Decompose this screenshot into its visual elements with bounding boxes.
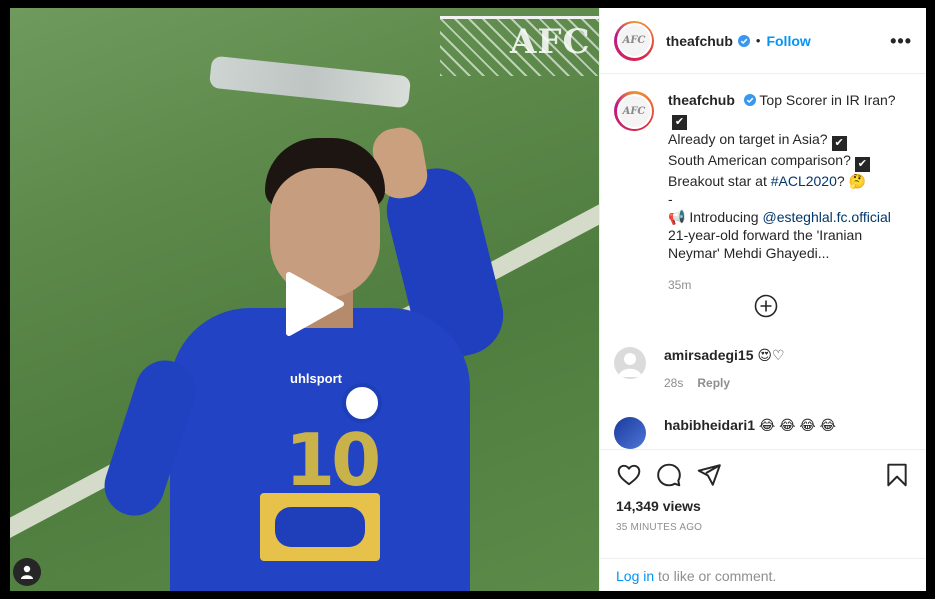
jersey-brand: uhlsport	[290, 371, 342, 386]
reply-button[interactable]: Reply	[697, 376, 730, 390]
play-button[interactable]	[282, 272, 346, 336]
comment-body: amirsadegi15 😍♡ 28s Reply	[664, 347, 785, 390]
comment-avatar[interactable]	[614, 417, 646, 449]
comment-item: amirsadegi15 😍♡ 28s Reply	[614, 347, 785, 390]
caption-avatar[interactable]: AFC	[614, 91, 654, 131]
comment-body: habibheidari1 😂 😂 😂 😂	[664, 417, 836, 449]
post-header: AFC theafchub • Follow •••	[600, 8, 926, 74]
caption: AFC theafchub Top Scorer in IR Iran? ✔ Al…	[614, 91, 912, 294]
afc-logo: AFC	[618, 25, 650, 56]
follow-button[interactable]: Follow	[766, 33, 810, 49]
instagram-embed: AFC uhlsport 10 AFC theafchub • Follow •…	[0, 0, 935, 599]
action-icons	[600, 450, 926, 488]
more-options-icon[interactable]: •••	[890, 32, 912, 50]
caption-intro: 📢 Introducing	[668, 209, 763, 225]
verified-badge-icon	[737, 34, 750, 47]
caption-line-4-suffix: ? 🤔	[836, 173, 866, 189]
hashtag-link[interactable]: #ACL2020	[771, 173, 837, 189]
header-username[interactable]: theafchub	[666, 33, 733, 49]
caption-time[interactable]: 35m	[668, 276, 908, 294]
sponsor-logo	[275, 507, 365, 547]
login-link[interactable]: Log in	[616, 568, 654, 584]
video-post[interactable]: AFC uhlsport 10	[10, 8, 599, 591]
comments-area: AFC theafchub Top Scorer in IR Iran? ✔ Al…	[600, 75, 926, 449]
share-paper-plane-icon[interactable]	[696, 462, 722, 488]
player-figure: uhlsport 10	[96, 124, 530, 591]
comment-username[interactable]: habibheidari1	[664, 417, 755, 433]
like-heart-icon[interactable]	[616, 462, 642, 488]
comment-bubble-icon[interactable]	[656, 462, 682, 488]
caption-dash: -	[668, 191, 673, 207]
caption-line-6: 21-year-old forward the 'Iranian Neymar'…	[668, 227, 863, 261]
caption-afc-logo: AFC	[618, 95, 650, 127]
play-icon	[286, 272, 344, 336]
caption-line-2: Already on target in Asia?	[668, 131, 828, 147]
caption-avatar-inner: AFC	[616, 93, 652, 129]
view-count[interactable]: 14,349 views	[600, 488, 926, 514]
caption-line-4-prefix: Breakout star at	[668, 173, 771, 189]
club-crest	[342, 383, 382, 423]
profile-avatar[interactable]: AFC	[614, 20, 654, 61]
water-bottles	[208, 55, 412, 109]
mention-link[interactable]: @esteghlal.fc.official	[762, 209, 890, 225]
comment-item: habibheidari1 😂 😂 😂 😂	[614, 417, 836, 449]
caption-username[interactable]: theafchub	[668, 92, 735, 108]
caption-line-3: South American comparison?	[668, 152, 851, 168]
default-avatar-icon	[618, 353, 642, 377]
posted-time[interactable]: 35 MINUTES AGO	[600, 514, 926, 533]
comment-meta: 28s Reply	[664, 376, 785, 390]
load-more-comments-icon[interactable]	[754, 294, 778, 318]
comment-avatar[interactable]	[614, 347, 646, 379]
user-tag-icon[interactable]	[13, 558, 41, 586]
comment-time[interactable]: 28s	[664, 376, 683, 390]
avatar-inner: AFC	[616, 23, 652, 58]
comment-text: 😍♡	[757, 347, 785, 363]
login-suffix: to like or comment.	[654, 568, 777, 584]
check-box-icon: ✔	[672, 115, 687, 130]
caption-text: theafchub Top Scorer in IR Iran? ✔ Alread…	[668, 91, 908, 294]
jersey-number: 10	[285, 418, 381, 502]
caption-verified-icon	[743, 94, 756, 106]
jersey-sponsor	[260, 493, 380, 561]
check-box-icon: ✔	[831, 136, 847, 151]
comment-username[interactable]: amirsadegi15	[664, 347, 754, 363]
actions-section: 14,349 views 35 MINUTES AGO Log in to li…	[600, 449, 926, 591]
bookmark-icon[interactable]	[884, 462, 910, 488]
afc-watermark: AFC	[510, 22, 591, 62]
caption-line-1: Top Scorer in IR Iran?	[759, 92, 896, 108]
login-prompt: Log in to like or comment.	[600, 558, 926, 592]
separator-dot: •	[755, 33, 761, 48]
post-sidebar: AFC theafchub • Follow ••• AFC theafchub…	[599, 8, 926, 591]
person-icon	[21, 565, 33, 579]
check-box-icon: ✔	[854, 157, 870, 172]
comment-text: 😂 😂 😂 😂	[758, 417, 837, 433]
